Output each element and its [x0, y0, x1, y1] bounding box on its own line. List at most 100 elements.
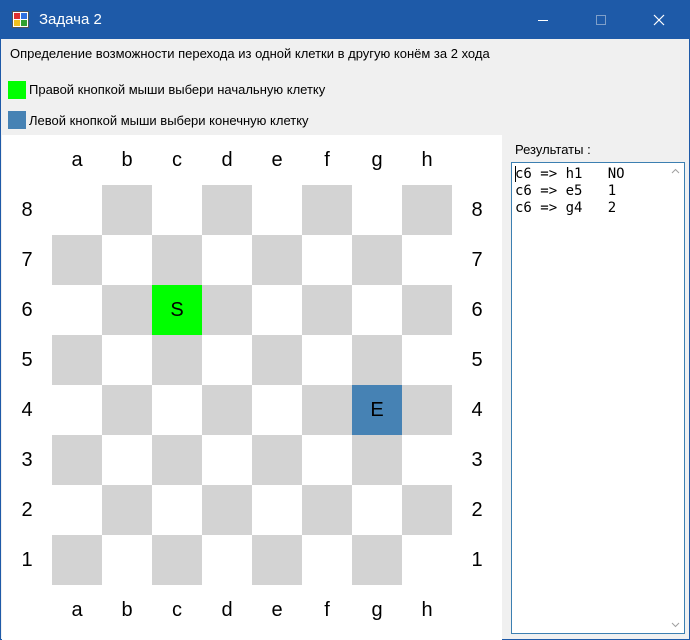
square-e6[interactable] [252, 285, 302, 335]
window-title: Задача 2 [39, 11, 102, 28]
rank-label-right-5: 5 [471, 349, 483, 371]
square-f3[interactable] [302, 435, 352, 485]
square-g2[interactable] [352, 485, 402, 535]
square-d2[interactable] [202, 485, 252, 535]
file-label-top-h: h [421, 149, 433, 171]
square-c3[interactable] [152, 435, 202, 485]
square-g7[interactable] [352, 235, 402, 285]
square-h7[interactable] [402, 235, 452, 285]
rank-label-right-2: 2 [471, 499, 483, 521]
rank-label-left-4: 4 [21, 399, 33, 421]
square-e1[interactable] [252, 535, 302, 585]
file-label-bottom-e: e [271, 599, 283, 621]
square-b6[interactable] [102, 285, 152, 335]
square-c6-start[interactable]: S [152, 285, 202, 335]
square-d3[interactable] [202, 435, 252, 485]
square-g3[interactable] [352, 435, 402, 485]
square-h8[interactable] [402, 185, 452, 235]
square-a2[interactable] [52, 485, 102, 535]
square-a6[interactable] [52, 285, 102, 335]
close-button[interactable] [636, 1, 682, 39]
rank-label-right-4: 4 [471, 399, 483, 421]
square-b4[interactable] [102, 385, 152, 435]
square-c2[interactable] [152, 485, 202, 535]
square-e7[interactable] [252, 235, 302, 285]
square-e3[interactable] [252, 435, 302, 485]
square-a4[interactable] [52, 385, 102, 435]
square-d4[interactable] [202, 385, 252, 435]
end-marker: E [370, 399, 384, 421]
maximize-icon [596, 15, 606, 25]
square-b1[interactable] [102, 535, 152, 585]
file-label-top-a: a [71, 149, 83, 171]
file-label-bottom-f: f [324, 599, 330, 621]
square-f7[interactable] [302, 235, 352, 285]
chevron-down-icon [671, 622, 680, 628]
square-a5[interactable] [52, 335, 102, 385]
scroll-down-button[interactable] [667, 616, 684, 633]
chess-board[interactable]: a a b b c c d d e e f f g g h h 8 8 7 7 6 6 5 5 4 4 3 3 2 2 1 1 S E [2, 135, 502, 640]
result-line[interactable]: c6 => e5 1 [515, 183, 665, 200]
square-c7[interactable] [152, 235, 202, 285]
square-h2[interactable] [402, 485, 452, 535]
rank-label-right-3: 3 [471, 449, 483, 471]
square-b7[interactable] [102, 235, 152, 285]
minimize-button[interactable] [520, 1, 566, 39]
square-h1[interactable] [402, 535, 452, 585]
rank-label-left-7: 7 [21, 249, 33, 271]
square-g4-end[interactable]: E [352, 385, 402, 435]
square-b2[interactable] [102, 485, 152, 535]
square-e4[interactable] [252, 385, 302, 435]
square-b8[interactable] [102, 185, 152, 235]
square-e2[interactable] [252, 485, 302, 535]
vertical-scrollbar[interactable] [667, 163, 684, 633]
file-label-bottom-c: c [172, 599, 182, 621]
square-d6[interactable] [202, 285, 252, 335]
file-label-bottom-b: b [121, 599, 133, 621]
start-legend-label: Правой кнопкой мыши выбери начальную кле… [29, 82, 326, 97]
square-h6[interactable] [402, 285, 452, 335]
square-a1[interactable] [52, 535, 102, 585]
square-a3[interactable] [52, 435, 102, 485]
square-f5[interactable] [302, 335, 352, 385]
square-b5[interactable] [102, 335, 152, 385]
rank-label-left-8: 8 [21, 199, 33, 221]
square-f6[interactable] [302, 285, 352, 335]
square-h3[interactable] [402, 435, 452, 485]
square-c5[interactable] [152, 335, 202, 385]
square-f2[interactable] [302, 485, 352, 535]
file-label-bottom-d: d [221, 599, 233, 621]
square-g6[interactable] [352, 285, 402, 335]
square-f4[interactable] [302, 385, 352, 435]
results-listbox[interactable]: c6 => h1 NO c6 => e5 1 c6 => g4 2 [511, 162, 685, 634]
square-d5[interactable] [202, 335, 252, 385]
square-f8[interactable] [302, 185, 352, 235]
app-icon [12, 11, 29, 28]
file-label-bottom-a: a [71, 599, 83, 621]
square-e8[interactable] [252, 185, 302, 235]
square-g1[interactable] [352, 535, 402, 585]
file-label-bottom-h: h [421, 599, 433, 621]
end-legend-label: Левой кнопкой мыши выбери конечную клетк… [29, 113, 309, 128]
square-d1[interactable] [202, 535, 252, 585]
square-c4[interactable] [152, 385, 202, 435]
result-line[interactable]: c6 => g4 2 [515, 200, 665, 217]
square-a7[interactable] [52, 235, 102, 285]
square-e5[interactable] [252, 335, 302, 385]
square-f1[interactable] [302, 535, 352, 585]
square-b3[interactable] [102, 435, 152, 485]
square-c1[interactable] [152, 535, 202, 585]
square-h5[interactable] [402, 335, 452, 385]
square-h4[interactable] [402, 385, 452, 435]
square-d8[interactable] [202, 185, 252, 235]
rank-label-right-7: 7 [471, 249, 483, 271]
rank-label-left-3: 3 [21, 449, 33, 471]
square-d7[interactable] [202, 235, 252, 285]
square-a8[interactable] [52, 185, 102, 235]
square-c8[interactable] [152, 185, 202, 235]
result-line[interactable]: c6 => h1 NO [515, 166, 665, 183]
title-bar[interactable]: Задача 2 [1, 1, 689, 39]
square-g8[interactable] [352, 185, 402, 235]
scroll-up-button[interactable] [667, 163, 684, 180]
square-g5[interactable] [352, 335, 402, 385]
